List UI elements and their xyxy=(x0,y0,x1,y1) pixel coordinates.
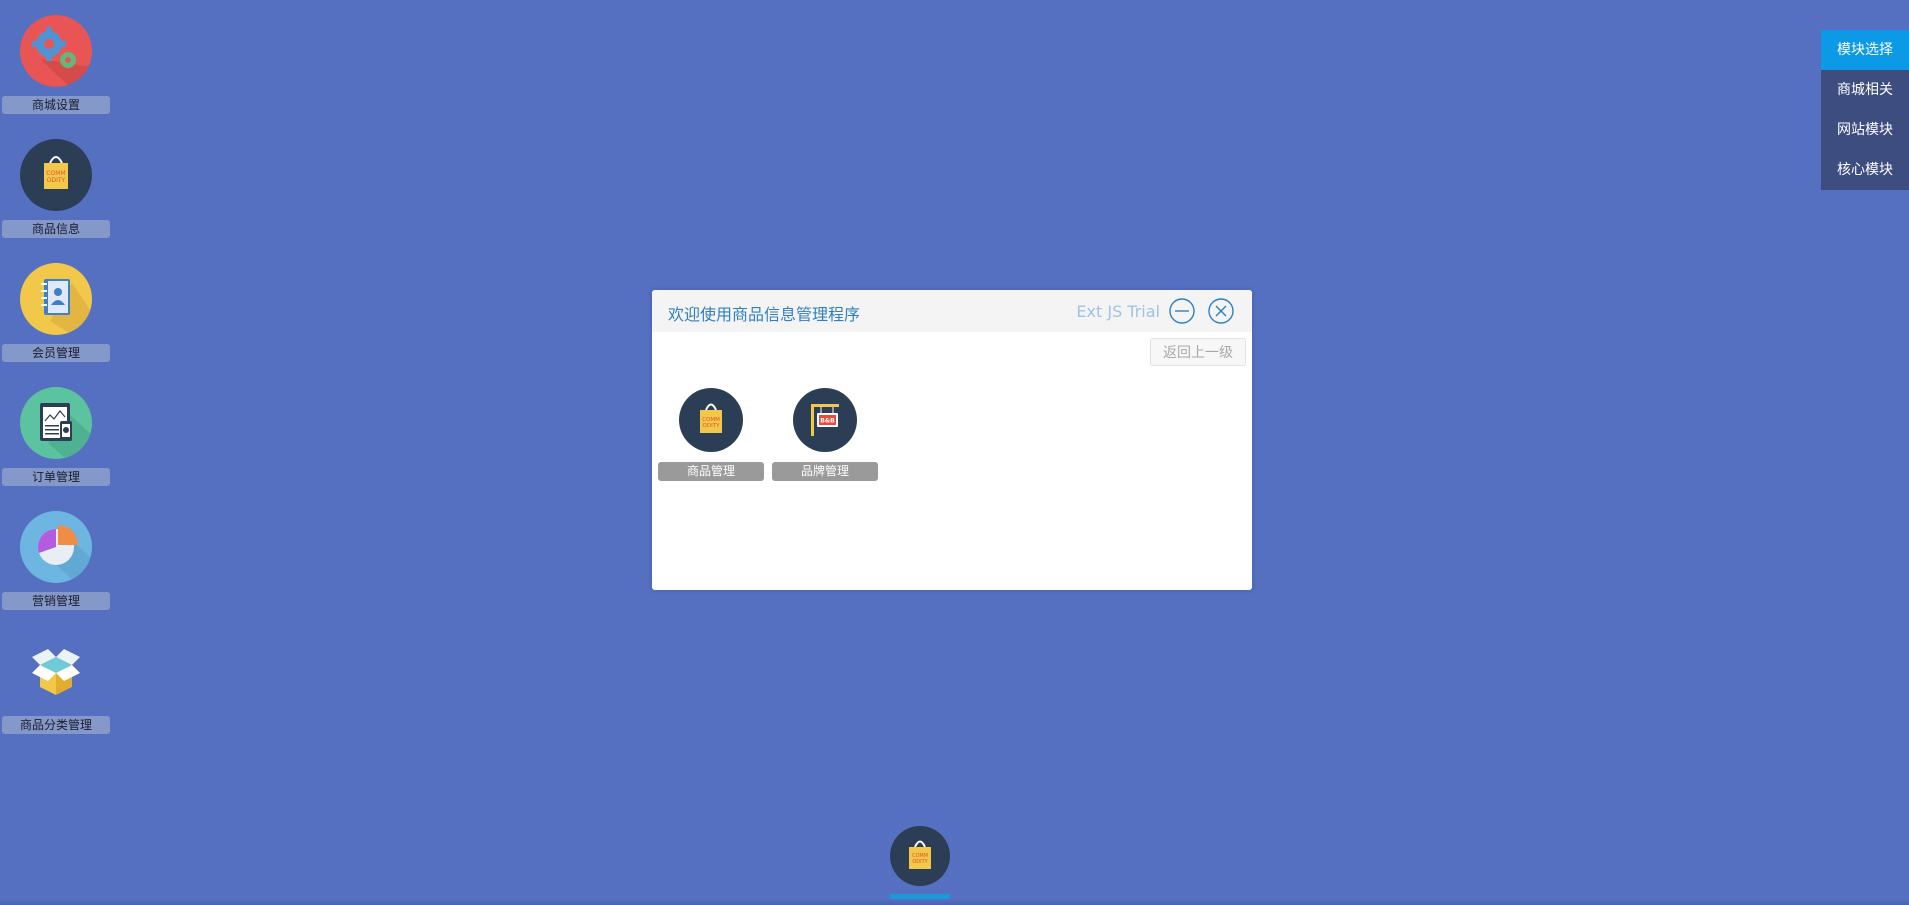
desktop-icon-label: 订单管理 xyxy=(2,468,110,486)
commodity-bag-icon: COMM ODITY xyxy=(20,139,92,211)
open-box-icon xyxy=(20,635,92,707)
window-title: 欢迎使用商品信息管理程序 xyxy=(668,305,861,324)
desktop-icon-order-management[interactable]: 订单管理 xyxy=(2,387,110,486)
app-label: 商品管理 xyxy=(658,462,764,481)
module-menu-item-select[interactable]: 模块选择 xyxy=(1821,30,1909,70)
commodity-bag-icon: COMM ODITY xyxy=(890,826,950,886)
module-menu-item-core[interactable]: 核心模块 xyxy=(1821,150,1909,190)
brand-signboard-icon: B&B xyxy=(793,388,857,452)
back-to-parent-button[interactable]: 返回上一级 xyxy=(1150,338,1246,366)
close-icon[interactable] xyxy=(1208,298,1234,324)
desktop-icon-label: 会员管理 xyxy=(2,344,110,362)
module-menu-item-website[interactable]: 网站模块 xyxy=(1821,110,1909,150)
desktop-icon-category-management[interactable]: 商品分类管理 xyxy=(2,635,110,734)
app-brand-management[interactable]: B&B 品牌管理 xyxy=(772,388,878,481)
order-clipboard-icon xyxy=(20,387,92,459)
desktop-icon-label: 营销管理 xyxy=(2,592,110,610)
module-selector-menu: 模块选择 商城相关 网站模块 核心模块 xyxy=(1821,30,1909,190)
svg-text:ODITY: ODITY xyxy=(47,177,66,184)
pie-chart-icon xyxy=(20,511,92,583)
svg-text:COMM: COMM xyxy=(46,170,65,177)
minimize-icon[interactable] xyxy=(1169,298,1195,324)
trial-watermark: Ext JS Trial xyxy=(1076,302,1160,321)
desktop-icon-marketing-management[interactable]: 营销管理 xyxy=(2,511,110,610)
svg-text:ODITY: ODITY xyxy=(912,859,928,865)
window-header[interactable]: 欢迎使用商品信息管理程序 Ext JS Trial xyxy=(652,290,1252,332)
desktop-icon-label: 商城设置 xyxy=(2,96,110,114)
desktop-icon-commodity-info[interactable]: COMM ODITY 商品信息 xyxy=(2,139,110,238)
gears-icon xyxy=(20,15,92,87)
taskbar-strip xyxy=(0,899,1909,905)
desktop-icon-member-management[interactable]: 会员管理 xyxy=(2,263,110,362)
commodity-info-window: 欢迎使用商品信息管理程序 Ext JS Trial 返回上一级 COMM ODI… xyxy=(652,290,1252,590)
svg-text:ODITY: ODITY xyxy=(703,423,721,429)
contacts-book-icon xyxy=(20,263,92,335)
app-label: 品牌管理 xyxy=(772,462,878,481)
app-product-management[interactable]: COMM ODITY 商品管理 xyxy=(658,388,764,481)
commodity-bag-icon: COMM ODITY xyxy=(679,388,743,452)
module-menu-item-mall[interactable]: 商城相关 xyxy=(1821,70,1909,110)
desktop-icon-label: 商品信息 xyxy=(2,220,110,238)
taskbar-button-commodity-window[interactable]: COMM ODITY xyxy=(890,826,950,905)
sign-text: B&B xyxy=(820,418,835,425)
desktop-icon-label: 商品分类管理 xyxy=(2,716,110,734)
desktop-icon-mall-settings[interactable]: 商城设置 xyxy=(2,15,110,114)
